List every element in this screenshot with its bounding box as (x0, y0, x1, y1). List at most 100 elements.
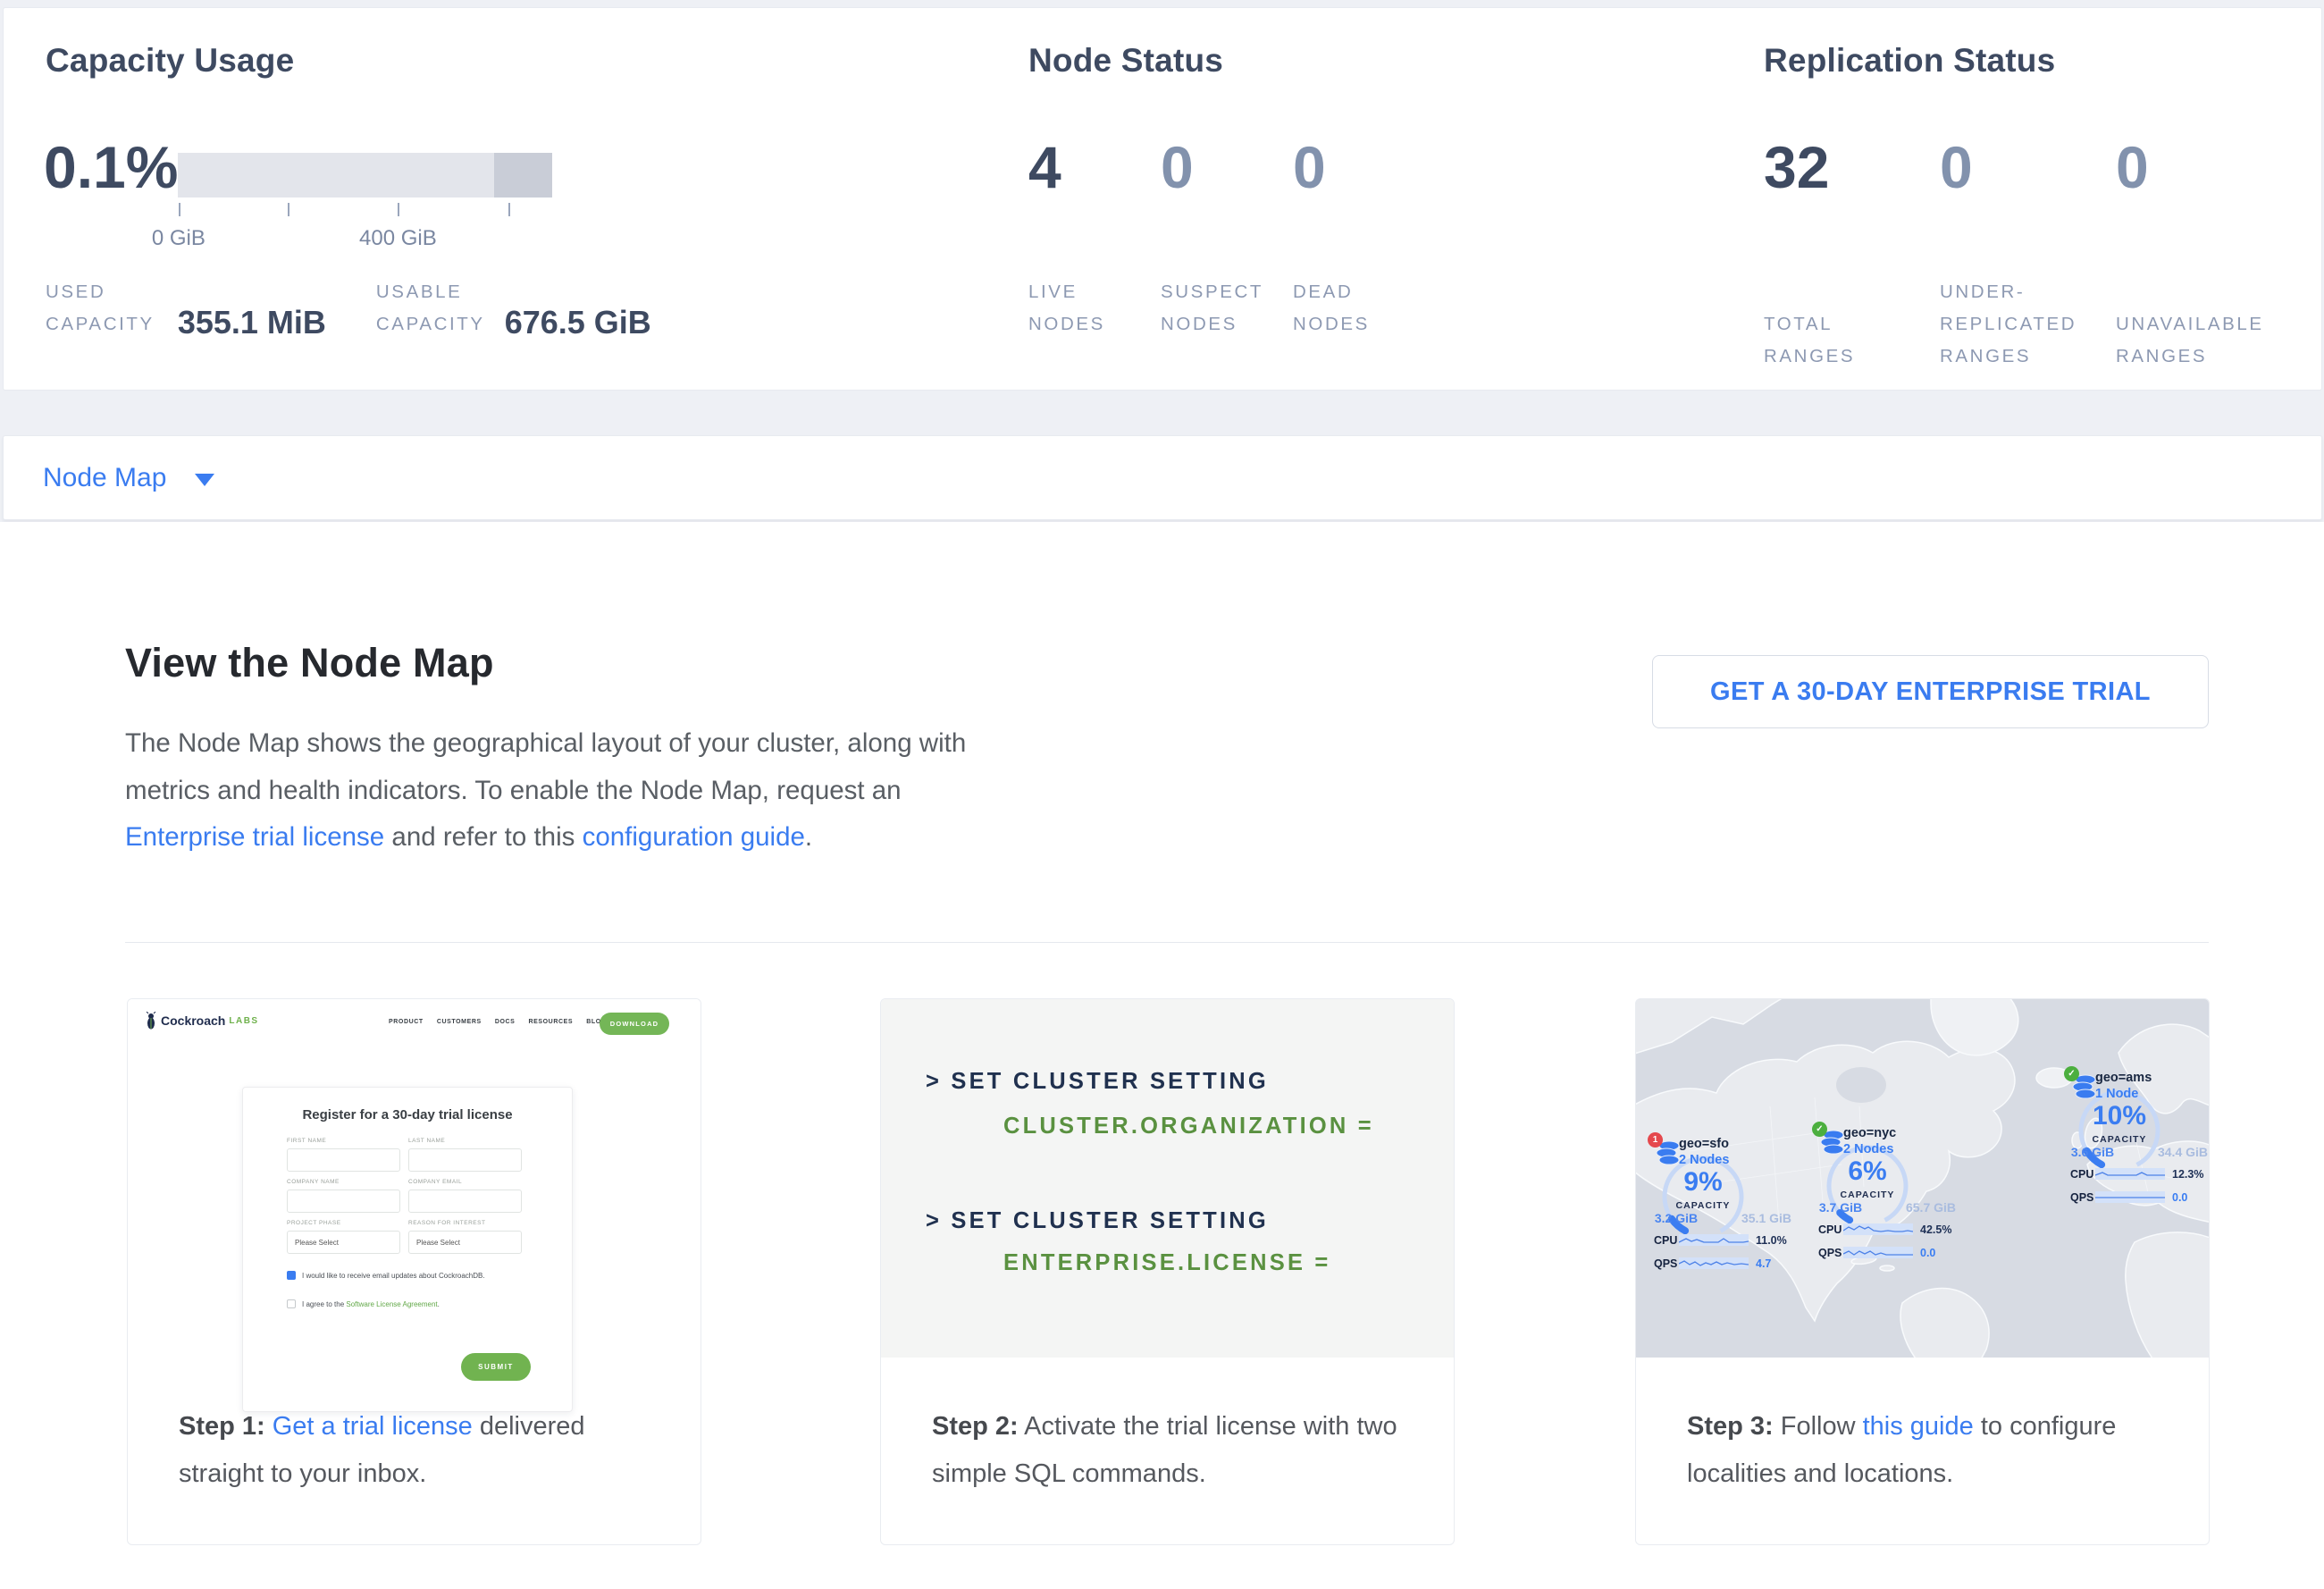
enterprise-trial-license-link[interactable]: Enterprise trial license (125, 822, 384, 852)
total-ranges-value: 32 (1764, 135, 1940, 199)
intro-paragraph: The Node Map shows the geographical layo… (125, 720, 974, 862)
capacity-stats: USED CAPACITY 355.1 MiB USABLE CAPACITY … (46, 276, 651, 340)
chevron-down-icon (195, 474, 214, 486)
step1-label: Step 1: (179, 1412, 265, 1441)
sql-line-2: CLUSTER.ORGANIZATION = (1003, 1114, 1374, 1139)
mini-select-field: Please Select (287, 1231, 400, 1254)
node-map-promo-section: View the Node Map The Node Map shows the… (0, 522, 2324, 1589)
configuration-guide-link[interactable]: configuration guide (583, 822, 805, 852)
capacity-gauge-label: CAPACITY (1787, 1190, 1948, 1200)
view-selector-bar: Node Map (3, 435, 2322, 520)
locality-name: geo=ams (2095, 1071, 2152, 1085)
capacity-gauge-label: CAPACITY (1636, 1200, 1783, 1211)
node-map-screenshot: 1geo=sfo2 Nodes9%CAPACITY3.2 GiB35.1 GiB… (1636, 999, 2209, 1358)
capacity-bar-reserved-segment (494, 153, 552, 198)
healthy-check-icon: ✓ (1812, 1122, 1827, 1137)
mini-nav-item: PRODUCT (389, 1019, 424, 1025)
under-replicated-ranges-value: 0 (1940, 135, 2116, 199)
step3-caption: Step 3: Follow this guide to configure l… (1687, 1403, 2169, 1498)
cluster-summary-panel: Capacity Usage 0.1% 0 GiB400 GiB USED CA… (3, 7, 2322, 391)
locality-name: geo=nyc (1843, 1126, 1896, 1140)
qps-metric-row: QPS4.7 (1654, 1257, 1810, 1273)
cpu-value: 12.3% (2172, 1168, 2203, 1181)
cpu-metric-row: CPU11.0% (1654, 1233, 1810, 1249)
live-nodes-value: 4 (1028, 135, 1161, 199)
locality-node-count: 2 Nodes (1679, 1153, 1729, 1167)
email-updates-checkbox-row: I would like to receive email updates ab… (287, 1271, 485, 1280)
step2-caption: Step 2: Activate the trial license with … (932, 1403, 1414, 1498)
intro-text-1: The Node Map shows the geographical layo… (125, 728, 966, 805)
mini-input-field (287, 1190, 400, 1213)
locality-node-count: 1 Node (2095, 1087, 2138, 1101)
mini-download-button: DOWNLOAD (600, 1013, 669, 1035)
sparkline-chart (1679, 1257, 1749, 1270)
logo-word: Cockroach (161, 1013, 225, 1028)
license-agreement-checkbox-row: I agree to the Software License Agreemen… (287, 1299, 440, 1308)
dead-nodes-value: 0 (1293, 135, 1326, 199)
mini-nav-item: DOCS (495, 1019, 516, 1025)
unavailable-ranges-label: UNAVAILABLE RANGES (2116, 308, 2264, 373)
get-trial-license-link[interactable]: Get a trial license (273, 1412, 473, 1441)
cockroach-labs-logo: Cockroach LABS (145, 1012, 259, 1030)
capacity-axis-tick-label: 400 GiB (359, 226, 437, 251)
dead-nodes-label: DEAD NODES (1293, 276, 1370, 340)
sql-commands-panel: > SET CLUSTER SETTING CLUSTER.ORGANIZATI… (881, 999, 1454, 1358)
this-guide-link[interactable]: this guide (1863, 1412, 1974, 1441)
capacity-gauge-label: CAPACITY (2039, 1134, 2200, 1145)
mini-form-title: Register for a 30-day trial license (243, 1107, 572, 1122)
sql-command-2: SET CLUSTER SETTING (951, 1208, 1268, 1233)
capacity-axis-tick (398, 203, 399, 216)
checkbox-checked-icon (287, 1271, 296, 1280)
page-title: View the Node Map (125, 640, 494, 686)
step3-card: 1geo=sfo2 Nodes9%CAPACITY3.2 GiB35.1 GiB… (1635, 998, 2210, 1545)
mini-field-label: REASON FOR INTEREST (408, 1220, 485, 1226)
live-nodes-label: LIVE NODES (1028, 276, 1161, 340)
section-divider (125, 942, 2209, 943)
healthy-check-icon: ✓ (2064, 1066, 2079, 1081)
qps-value: 4.7 (1756, 1257, 1771, 1270)
step2-card: > SET CLUSTER SETTING CLUSTER.ORGANIZATI… (880, 998, 1455, 1545)
capacity-axis-tick (288, 203, 289, 216)
step2-label: Step 2: (932, 1412, 1019, 1441)
capacity-axis-tick (179, 203, 180, 216)
mini-field-label: COMPANY NAME (287, 1179, 340, 1185)
capacity-max-value: 34.4 GiB (2143, 1145, 2209, 1159)
usable-capacity-label: USABLE CAPACITY (376, 276, 485, 340)
sql-line-1: > SET CLUSTER SETTING (926, 1069, 1269, 1095)
step3-text-before: Follow (1774, 1412, 1863, 1441)
cpu-metric-row: CPU42.5% (1818, 1223, 1975, 1239)
get-enterprise-trial-button[interactable]: GET A 30-DAY ENTERPRISE TRIAL (1652, 655, 2209, 728)
license-agreement-text: I agree to the Software License Agreemen… (302, 1300, 440, 1308)
qps-value: 0.0 (1920, 1247, 1935, 1259)
node-map-dropdown[interactable]: Node Map (43, 463, 214, 493)
capacity-usage-title: Capacity Usage (46, 42, 294, 80)
step1-caption: Step 1: Get a trial license delivered st… (179, 1403, 660, 1498)
total-ranges-label: TOTAL RANGES (1764, 308, 1940, 373)
sparkline-chart (2095, 1168, 2165, 1181)
used-capacity-label: USED CAPACITY (46, 276, 155, 340)
cpu-value: 11.0% (1756, 1234, 1787, 1247)
qps-metric-row: QPS0.0 (1818, 1246, 1975, 1262)
sql-line-4: ENTERPRISE.LICENSE = (1003, 1250, 1331, 1276)
sql-prompt-2: > (926, 1208, 942, 1233)
step3-label: Step 3: (1687, 1412, 1774, 1441)
sql-command-1: SET CLUSTER SETTING (951, 1069, 1268, 1094)
mini-input-field (408, 1190, 522, 1213)
capacity-axis-tick-label: 0 GiB (152, 226, 206, 251)
suspect-nodes-value: 0 (1161, 135, 1293, 199)
step1-text-before (265, 1412, 273, 1441)
mini-submit-button: SUBMIT (461, 1353, 531, 1381)
mini-input-field (408, 1148, 522, 1172)
sparkline-chart (1843, 1223, 1913, 1236)
sparkline-chart (2095, 1191, 2165, 1204)
capacity-used-value: 3.7 GiB (1800, 1200, 1881, 1215)
locality-name: geo=sfo (1679, 1137, 1729, 1151)
locality-node-count: 2 Nodes (1843, 1142, 1893, 1156)
trial-license-form: Register for a 30-day trial license FIRS… (242, 1087, 573, 1412)
mini-input-field (287, 1148, 400, 1172)
capacity-used-value: 3.6 GiB (2052, 1145, 2133, 1159)
registration-screenshot: Cockroach LABS PRODUCTCUSTOMERSDOCSRESOU… (128, 999, 701, 1419)
capacity-max-value: 65.7 GiB (1891, 1200, 1971, 1215)
used-capacity-value: 355.1 MiB (178, 305, 326, 340)
cpu-value: 42.5% (1920, 1223, 1951, 1236)
